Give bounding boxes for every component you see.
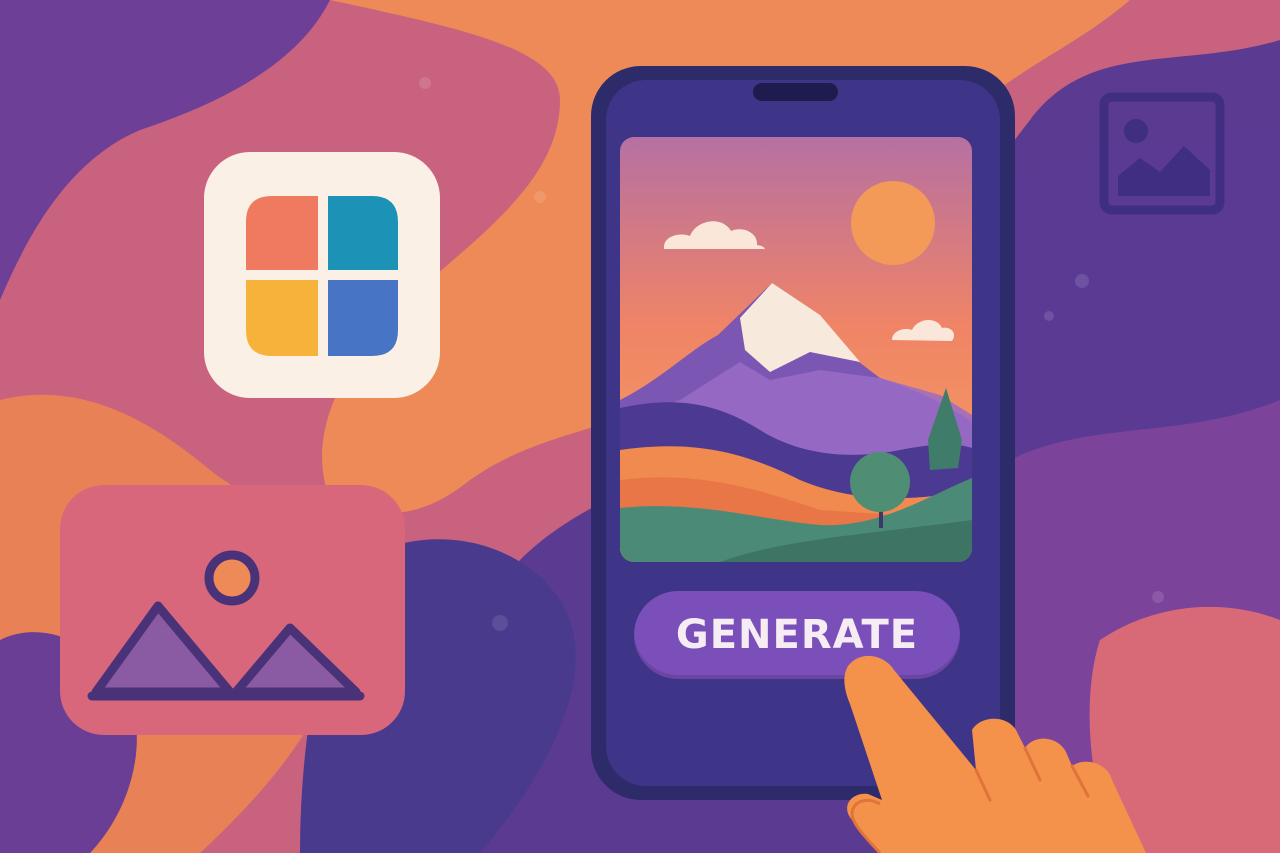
illustration-scene: GENERATE [0, 0, 1280, 853]
pointing-hand [844, 655, 1146, 853]
